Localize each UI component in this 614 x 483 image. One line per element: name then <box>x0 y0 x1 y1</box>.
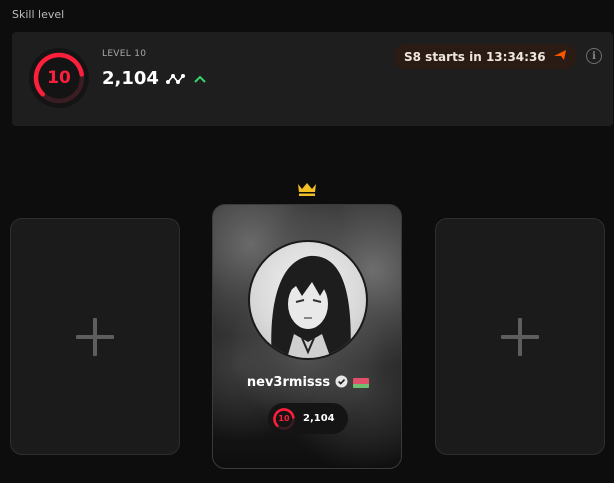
player-elo-pill: 10 2,104 <box>268 403 348 434</box>
elo-value: 2,104 <box>102 68 159 89</box>
section-title: Skill level <box>12 8 65 21</box>
player-avatar[interactable] <box>248 240 368 360</box>
belarus-flag-icon <box>353 377 370 388</box>
crown-icon <box>297 181 317 201</box>
plus-icon <box>501 317 539 356</box>
trend-wave-icon[interactable] <box>165 72 187 86</box>
player-nickname[interactable]: nev3rmisss <box>247 375 330 390</box>
skill-level-card: 10 LEVEL 10 2,104 S8 starts in 13:34:36 <box>12 32 613 126</box>
info-icon[interactable]: i <box>586 48 602 64</box>
level-label: LEVEL 10 <box>102 49 147 59</box>
player-elo-value: 2,104 <box>303 413 335 424</box>
player-level-badge: 10 <box>272 407 296 431</box>
season-countdown-pill[interactable]: S8 starts in 13:34:36 <box>393 44 577 69</box>
player-level-number: 10 <box>278 414 290 423</box>
level-number: 10 <box>47 68 71 88</box>
skill-level-badge: 10 <box>29 48 89 108</box>
faceit-arrow-icon <box>553 49 567 64</box>
elo-row: 2,104 <box>102 68 207 89</box>
arrow-up-icon <box>193 74 207 84</box>
player-name-row: nev3rmisss <box>213 373 401 392</box>
season-countdown-text: S8 starts in 13:34:36 <box>404 49 546 64</box>
verified-badge-icon <box>335 373 348 392</box>
empty-party-slot-left[interactable] <box>10 218 180 455</box>
player-card[interactable]: nev3rmisss 10 2,104 <box>212 204 402 469</box>
plus-icon <box>76 317 114 356</box>
empty-party-slot-right[interactable] <box>435 218 605 455</box>
